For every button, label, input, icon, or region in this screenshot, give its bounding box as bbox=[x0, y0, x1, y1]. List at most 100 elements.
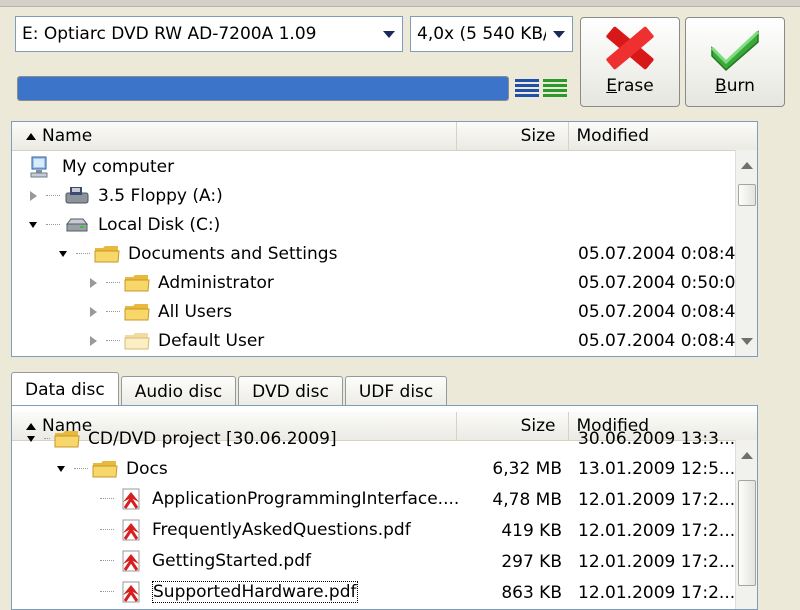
folder-icon bbox=[124, 272, 150, 294]
tree-row-label: FrequentlyAskedQuestions.pdf bbox=[152, 519, 411, 540]
pdf-icon bbox=[118, 581, 144, 603]
source-column-header: Name Size Modified bbox=[12, 122, 757, 151]
chevron-down-icon[interactable] bbox=[376, 17, 402, 51]
tree-row-label: SupportedHardware.pdf bbox=[152, 580, 358, 603]
source-rows: My computer 3.5 Floppy (A:) Local Disk (… bbox=[12, 152, 747, 355]
speed-select-value: 4,0x (5 540 KB/s) bbox=[417, 24, 546, 44]
tree-row-modified: 12.01.2009 17:2... bbox=[578, 520, 736, 541]
project-file-list[interactable]: Name Size Modified CD/DVD project [30.06… bbox=[11, 405, 758, 610]
folder-icon bbox=[92, 458, 118, 480]
tree-row-modified: 05.07.2004 0:08:48 bbox=[578, 301, 747, 322]
tree-row-label: My computer bbox=[62, 156, 175, 177]
tree-row-size: 6,32 MB bbox=[492, 459, 562, 479]
folder-icon bbox=[124, 330, 150, 352]
erase-button[interactable]: Erase bbox=[580, 17, 680, 107]
tree-row-size: 419 KB bbox=[501, 520, 562, 541]
sort-ascending-icon bbox=[26, 132, 36, 140]
tree-row-label: All Users bbox=[158, 301, 233, 322]
tree-row[interactable]: My computer bbox=[12, 152, 747, 181]
detail-view-icon[interactable] bbox=[543, 76, 567, 100]
burn-button[interactable]: Burn bbox=[685, 17, 785, 107]
tree-row-label: Default User bbox=[158, 330, 265, 351]
expand-icon[interactable] bbox=[88, 335, 98, 346]
collapse-icon[interactable] bbox=[26, 434, 36, 444]
tree-row-label: Local Disk (C:) bbox=[98, 214, 221, 235]
list-view-icon[interactable] bbox=[515, 76, 539, 100]
tree-row-label: Documents and Settings bbox=[128, 243, 338, 264]
tree-row-size: 4,78 MB bbox=[492, 489, 562, 510]
source-file-browser[interactable]: Name Size Modified My computer 3.5 Flopp… bbox=[11, 121, 758, 357]
floppy-drive-icon bbox=[64, 185, 90, 207]
tree-row-label: CD/DVD project [30.06.2009] bbox=[88, 428, 337, 449]
expand-icon[interactable] bbox=[88, 306, 98, 317]
speed-select[interactable]: 4,0x (5 540 KB/s) bbox=[410, 16, 573, 52]
scroll-down-icon[interactable] bbox=[741, 338, 753, 345]
tree-row[interactable]: GettingStarted.pdf 297 KB 12.01.2009 17:… bbox=[12, 546, 747, 577]
tab-data-disc[interactable]: Data disc bbox=[11, 372, 119, 406]
disc-type-tabs: Data disc Audio disc DVD disc UDF disc bbox=[11, 372, 449, 406]
folder-icon bbox=[94, 243, 120, 265]
folder-icon bbox=[124, 301, 150, 323]
tree-row-label: 3.5 Floppy (A:) bbox=[98, 185, 223, 206]
column-size[interactable]: Size bbox=[457, 122, 569, 150]
burn-progress-bar bbox=[17, 76, 509, 101]
tree-row[interactable]: FrequentlyAskedQuestions.pdf 419 KB 12.0… bbox=[12, 515, 747, 546]
source-scrollbar[interactable] bbox=[735, 150, 757, 356]
tree-row-modified: 30.06.2009 13:3... bbox=[578, 429, 736, 449]
scroll-up-icon[interactable] bbox=[741, 162, 753, 169]
pdf-icon bbox=[118, 550, 144, 572]
tree-row[interactable]: All Users 05.07.2004 0:08:48 bbox=[12, 297, 747, 326]
scrollbar-thumb[interactable] bbox=[738, 480, 756, 586]
project-rows: CD/DVD project [30.06.2009] 30.06.2009 1… bbox=[12, 429, 747, 608]
tree-row[interactable]: Local Disk (C:) bbox=[12, 210, 747, 239]
tree-row-modified: 12.01.2009 17:2... bbox=[578, 551, 736, 572]
burn-check-icon bbox=[710, 30, 760, 72]
tree-row[interactable]: SupportedHardware.pdf 863 KB 12.01.2009 … bbox=[12, 577, 747, 608]
tree-row-size: 297 KB bbox=[501, 551, 562, 572]
folder-icon bbox=[54, 428, 80, 450]
expand-icon[interactable] bbox=[28, 190, 38, 201]
collapse-icon[interactable] bbox=[58, 249, 68, 259]
window-top-edge bbox=[0, 0, 800, 7]
burn-button-label: Burn bbox=[715, 76, 755, 96]
scroll-up-icon[interactable] bbox=[741, 452, 753, 459]
tree-row[interactable]: 3.5 Floppy (A:) bbox=[12, 181, 747, 210]
tree-row[interactable]: Docs 6,32 MB 13.01.2009 12:5... bbox=[12, 454, 747, 484]
tree-row-label: ApplicationProgrammingInterface.... bbox=[152, 488, 460, 509]
tab-audio-disc[interactable]: Audio disc bbox=[120, 376, 237, 406]
tree-row-modified: 05.07.2004 0:08:48 bbox=[578, 330, 747, 351]
erase-x-icon bbox=[606, 26, 654, 70]
progress-fill bbox=[18, 77, 508, 100]
project-scrollbar[interactable] bbox=[735, 440, 757, 609]
tree-row[interactable]: Documents and Settings 05.07.2004 0:08:4… bbox=[12, 239, 747, 268]
pdf-icon bbox=[118, 519, 144, 541]
hard-disk-icon bbox=[64, 214, 90, 236]
drive-select-value: E: Optiarc DVD RW AD-7200A 1.09 bbox=[22, 24, 317, 44]
pdf-icon bbox=[118, 488, 144, 510]
collapse-icon[interactable] bbox=[56, 464, 66, 474]
tree-row[interactable]: Administrator 05.07.2004 0:50:08 bbox=[12, 268, 747, 297]
column-name[interactable]: Name bbox=[12, 122, 457, 150]
collapse-icon[interactable] bbox=[28, 220, 38, 230]
panel-splitter[interactable] bbox=[0, 360, 800, 368]
tree-row[interactable]: ApplicationProgrammingInterface.... 4,78… bbox=[12, 484, 747, 515]
tree-row-modified: 05.07.2004 0:08:48 bbox=[578, 243, 747, 264]
chevron-down-icon[interactable] bbox=[546, 17, 572, 51]
tree-row-modified: 05.07.2004 0:50:08 bbox=[578, 272, 747, 293]
tree-row[interactable]: CD/DVD project [30.06.2009] 30.06.2009 1… bbox=[12, 424, 747, 454]
tree-row-label: Docs bbox=[126, 458, 168, 479]
tree-row[interactable]: Default User 05.07.2004 0:08:48 bbox=[12, 326, 747, 355]
view-mode-icons[interactable] bbox=[515, 76, 567, 100]
tree-row-label: GettingStarted.pdf bbox=[152, 550, 312, 571]
erase-button-label: Erase bbox=[606, 76, 654, 96]
tab-udf-disc[interactable]: UDF disc bbox=[344, 376, 448, 406]
tree-row-modified: 13.01.2009 12:5... bbox=[578, 459, 736, 479]
computer-icon bbox=[28, 156, 54, 178]
column-modified[interactable]: Modified bbox=[569, 122, 757, 150]
tree-row-label: Administrator bbox=[158, 272, 274, 293]
tree-row-modified: 12.01.2009 17:2... bbox=[578, 489, 736, 510]
tab-dvd-disc[interactable]: DVD disc bbox=[238, 376, 343, 406]
scrollbar-thumb[interactable] bbox=[738, 184, 756, 206]
expand-icon[interactable] bbox=[88, 277, 98, 288]
drive-select[interactable]: E: Optiarc DVD RW AD-7200A 1.09 bbox=[15, 16, 403, 52]
